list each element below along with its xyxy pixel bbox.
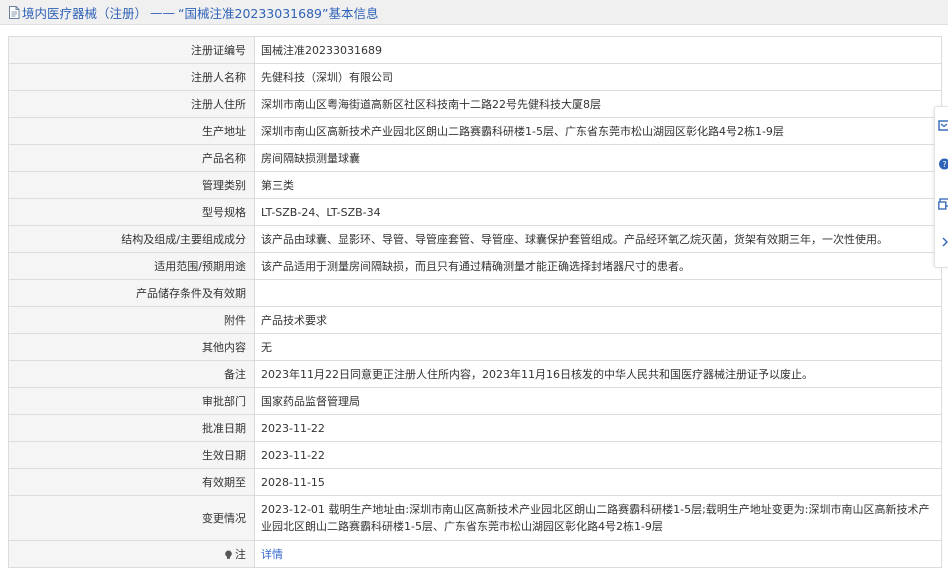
row-label: 型号规格 [8, 198, 255, 226]
title-suffix: 基本信息 [328, 5, 379, 21]
row-label: 注 [8, 540, 255, 568]
row-value: 2023-11-22 [254, 414, 942, 442]
document-icon [9, 5, 20, 19]
table-row: 管理类别 第三类 [8, 171, 942, 199]
info-table-body: 注册证编号 国械注准20233031689 注册人名称 先健科技（深圳）有限公司 注册人… [8, 36, 942, 541]
note-label: 注 [235, 547, 246, 561]
row-value: 2023-11-22 [254, 441, 942, 469]
row-label: 注册证编号 [8, 36, 255, 64]
table-row: 批准日期 2023-11-22 [8, 414, 942, 442]
table-row: 注册证编号 国械注准20233031689 [8, 36, 942, 64]
feedback-icon[interactable] [938, 119, 948, 133]
table-row: 生产地址 深圳市南山区高新技术产业园北区朗山二路赛霸科研楼1-5层、广东省东莞市松… [8, 117, 942, 145]
bulb-icon [225, 550, 232, 559]
details-link[interactable]: 详情 [261, 548, 283, 561]
svg-text:?: ? [942, 160, 946, 169]
table-row: 结构及组成/主要组成成分 该产品由球囊、显影环、导管、导管座套管、导管座、球囊保护… [8, 225, 942, 253]
row-label: 适用范围/预期用途 [8, 252, 255, 280]
row-value [254, 279, 942, 307]
registration-number-title: “国械注准20233031689” [178, 5, 329, 21]
table-row: 型号规格 LT-SZB-24、LT-SZB-34 [8, 198, 942, 226]
row-value: 2023年11月22日同意更正注册人住所内容，2023年11月16日核发的中华人… [254, 360, 942, 388]
row-value: 深圳市南山区粤海街道高新区社区科技南十二路22号先健科技大厦8层 [254, 90, 942, 118]
row-label: 生效日期 [8, 441, 255, 469]
table-row: 审批部门 国家药品监督管理局 [8, 387, 942, 415]
table-row: 其他内容无 [8, 333, 942, 361]
table-row: 产品名称 房间隔缺损测量球囊 [8, 144, 942, 172]
table-row: 变更情况 2023-12-01 载明生产地址由:深圳市南山区高新技术产业园北区朗山… [8, 495, 942, 541]
registration-info-table: 注册证编号 国械注准20233031689 注册人名称 先健科技（深圳）有限公司 注册人… [8, 36, 942, 568]
row-value: 国家药品监督管理局 [254, 387, 942, 415]
table-row: 注册人住所 深圳市南山区粤海街道高新区社区科技南十二路22号先健科技大厦8层 [8, 90, 942, 118]
table-row: 生效日期 2023-11-22 [8, 441, 942, 469]
row-label: 结构及组成/主要组成成分 [8, 225, 255, 253]
row-value: LT-SZB-24、LT-SZB-34 [254, 198, 942, 226]
note-table-body: 注 详情 [8, 540, 942, 568]
row-value: 房间隔缺损测量球囊 [254, 144, 942, 172]
row-value: 该产品由球囊、显影环、导管、导管座套管、导管座、球囊保护套管组成。产品经环氧乙烷… [254, 225, 942, 253]
row-label: 变更情况 [8, 495, 255, 541]
table-row: 有效期至 2028-11-15 [8, 468, 942, 496]
row-label: 批准日期 [8, 414, 255, 442]
row-value: 深圳市南山区高新技术产业园北区朗山二路赛霸科研楼1-5层、广东省东莞市松山湖园区… [254, 117, 942, 145]
row-label: 产品储存条件及有效期 [8, 279, 255, 307]
help-icon[interactable]: ? [938, 157, 948, 171]
share-icon[interactable] [938, 197, 948, 211]
row-value: 2028-11-15 [254, 468, 942, 496]
row-value: 第三类 [254, 171, 942, 199]
table-row: 注册人名称 先健科技（深圳）有限公司 [8, 63, 942, 91]
page-title-bar: 境内医疗器械（注册） —— “国械注准20233031689” 基本信息 [0, 0, 948, 25]
row-value: 先健科技（深圳）有限公司 [254, 63, 942, 91]
row-label: 注册人住所 [8, 90, 255, 118]
row-value: 产品技术要求 [254, 306, 942, 334]
page-category: 境内医疗器械（注册） [22, 5, 148, 21]
table-row: 产品储存条件及有效期 [8, 279, 942, 307]
note-row: 注 详情 [8, 540, 942, 568]
row-label: 生产地址 [8, 117, 255, 145]
row-label: 注册人名称 [8, 63, 255, 91]
side-toolbar: ? [934, 106, 948, 268]
row-value: 2023-12-01 载明生产地址由:深圳市南山区高新技术产业园北区朗山二路赛霸… [254, 495, 942, 541]
row-label: 备注 [8, 360, 255, 388]
row-value: 国械注准20233031689 [254, 36, 942, 64]
table-row: 适用范围/预期用途 该产品适用于测量房间隔缺损，而且只有通过精确测量才能正确选择封… [8, 252, 942, 280]
row-value: 详情 [254, 540, 942, 568]
chevron-right-icon[interactable] [938, 235, 948, 249]
row-value: 无 [254, 333, 942, 361]
table-row: 附件 产品技术要求 [8, 306, 942, 334]
table-row: 备注 2023年11月22日同意更正注册人住所内容，2023年11月16日核发的中… [8, 360, 942, 388]
row-label: 有效期至 [8, 468, 255, 496]
row-label: 产品名称 [8, 144, 255, 172]
row-label: 审批部门 [8, 387, 255, 415]
row-label: 管理类别 [8, 171, 255, 199]
row-value: 该产品适用于测量房间隔缺损，而且只有通过精确测量才能正确选择封堵器尺寸的患者。 [254, 252, 942, 280]
title-separator: —— [150, 4, 176, 20]
row-label: 附件 [8, 306, 255, 334]
row-label: 其他内容 [8, 333, 255, 361]
